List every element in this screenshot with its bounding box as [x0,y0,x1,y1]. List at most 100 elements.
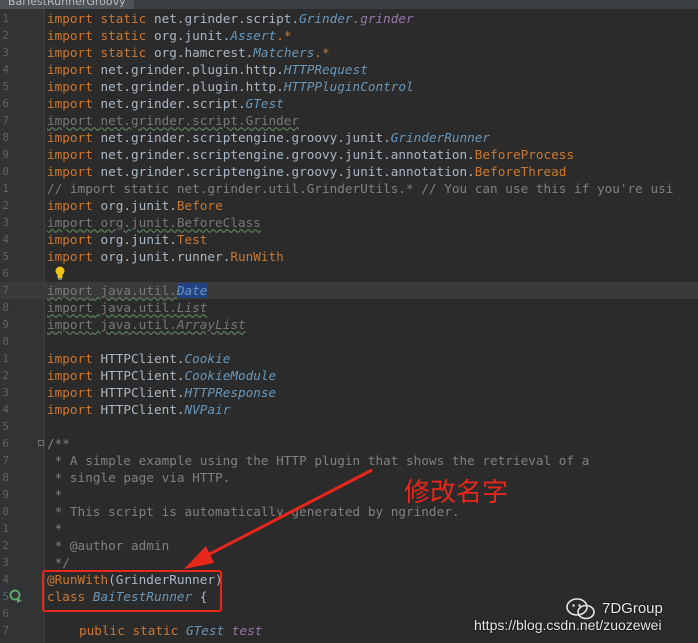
editor-tab-bar: BaiTestRunnerGroovy [0,0,698,9]
line-number: 2 [2,369,9,382]
line-number: 3 [2,556,9,569]
doc-comment: * This script is automatically generated… [47,504,460,519]
run-icon[interactable] [9,589,23,603]
code-line: 1 import HTTPClient.Cookie [0,350,698,367]
code-line: 0 [0,333,698,350]
doc-comment: * A simple example using the HTTP plugin… [47,453,590,468]
code-text: import HTTPClient.HTTPResponse [47,385,277,400]
line-number: 2 [2,199,9,212]
line-number: 8 [2,131,9,144]
line-number: 5 [2,590,9,603]
line-number: 3 [2,386,9,399]
code-text: import net.grinder.scriptengine.groovy.j… [47,130,491,145]
code-line: 8 import java.util.List [0,299,698,316]
code-line: 5 import org.junit.runner.RunWith [0,248,698,265]
doc-comment: */ [47,555,70,570]
code-text: import net.grinder.scriptengine.groovy.j… [47,147,575,162]
code-text: import net.grinder.scriptengine.groovy.j… [47,164,567,179]
code-line: 6 /** [0,435,698,452]
line-number: 9 [2,488,9,501]
code-text: import java.util.Date [47,283,208,298]
code-line: 1 * [0,520,698,537]
code-line: 7 import net.grinder.script.Grinder [0,112,698,129]
lightbulb-icon[interactable] [54,266,66,280]
line-number: 9 [2,318,9,331]
code-line: 5 [0,418,698,435]
code-editor[interactable]: 1 import static net.grinder.script.Grind… [0,10,698,643]
code-text: import static org.hamcrest.Matchers.* [47,45,330,60]
doc-comment: * @author admin [47,538,170,553]
code-line-current: 7 import java.util.Date [0,282,698,299]
code-text: import HTTPClient.CookieModule [47,368,277,383]
code-line: 2 import static org.junit.Assert.* [0,27,698,44]
code-text: import org.junit.runner.RunWith [47,249,284,264]
code-line: 7 * A simple example using the HTTP plug… [0,452,698,469]
line-number: 7 [2,284,9,297]
code-line: 4 import net.grinder.plugin.http.HTTPReq… [0,61,698,78]
line-number: 1 [2,182,9,195]
line-number: 4 [2,63,9,76]
code-line: 8 * single page via HTTP. [0,469,698,486]
line-number: 7 [2,624,9,637]
line-number: 0 [2,165,9,178]
line-number: 4 [2,403,9,416]
line-number: 1 [2,352,9,365]
line-number: 2 [2,539,9,552]
code-line: 3 import org.junit.BeforeClass [0,214,698,231]
fold-marker-icon[interactable] [38,440,44,446]
code-text: import org.junit.Test [47,232,208,247]
code-line: 3 import HTTPClient.HTTPResponse [0,384,698,401]
line-number: 1 [2,12,9,25]
code-text: import org.junit.BeforeClass [47,215,261,230]
code-text: import net.grinder.plugin.http.HTTPReque… [47,62,368,77]
code-line: 4 import HTTPClient.NVPair [0,401,698,418]
code-text: import net.grinder.script.Grinder [47,113,300,128]
line-number: 9 [2,148,9,161]
highlight-box [42,570,222,612]
line-number: 7 [2,114,9,127]
line-number: 7 [2,454,9,467]
code-text: import java.util.List [47,300,208,315]
doc-comment: * [47,521,63,536]
line-number: 5 [2,420,9,433]
line-number: 6 [2,437,9,450]
code-line: 6 [0,265,698,282]
code-line: 5 import net.grinder.plugin.http.HTTPPlu… [0,78,698,95]
line-number: 0 [2,335,9,348]
line-number: 3 [2,216,9,229]
line-number: 6 [2,607,9,620]
doc-comment: /** [47,436,70,451]
code-line: 4 import org.junit.Test [0,231,698,248]
code-text: import net.grinder.plugin.http.HTTPPlugi… [47,79,414,94]
line-number: 3 [2,46,9,59]
code-line: 9 import java.util.ArrayList [0,316,698,333]
line-number: 5 [2,80,9,93]
code-text: import HTTPClient.NVPair [47,402,231,417]
code-line: 3 import static org.hamcrest.Matchers.* [0,44,698,61]
line-number: 2 [2,29,9,42]
line-number: 1 [2,522,9,535]
code-text: import static net.grinder.script.Grinder… [47,11,414,26]
code-line: 1 import static net.grinder.script.Grind… [0,10,698,27]
code-text: import net.grinder.script.GTest [47,96,284,111]
code-text: import static org.junit.Assert.* [47,28,292,43]
code-text: import HTTPClient.Cookie [47,351,231,366]
line-number: 5 [2,250,9,263]
doc-comment: * [47,487,63,502]
code-line: 9 import net.grinder.scriptengine.groovy… [0,146,698,163]
line-number: 6 [2,97,9,110]
code-line: 8 import net.grinder.scriptengine.groovy… [0,129,698,146]
line-number: 4 [2,233,9,246]
code-comment: // import static net.grinder.util.Grinde… [47,181,674,196]
callout-label: 修改名字 [404,478,509,508]
line-number: 0 [2,505,9,518]
watermark-url: https://blog.csdn.net/zuozewei [474,617,662,633]
line-number: 8 [2,471,9,484]
code-line: 9 * [0,486,698,503]
code-line: 2 import HTTPClient.CookieModule [0,367,698,384]
doc-comment: * single page via HTTP. [47,470,231,485]
tab-baitestrunner[interactable]: BaiTestRunnerGroovy [0,0,134,9]
line-number: 4 [2,573,9,586]
code-line: 0 * This script is automatically generat… [0,503,698,520]
code-line: 2 import org.junit.Before [0,197,698,214]
